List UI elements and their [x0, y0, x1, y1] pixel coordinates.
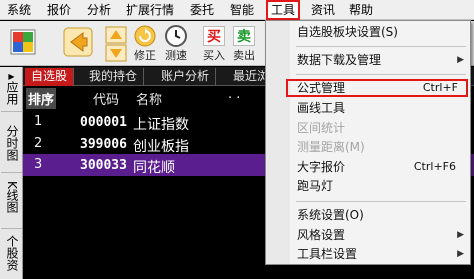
row-rank: 1 — [34, 114, 43, 129]
menu-item-label: 测量距离(M) — [297, 140, 365, 154]
menu-item-ticker-marquee[interactable]: 跑马灯 — [266, 177, 470, 195]
side-panel-tabs: ▶ 应用 分时图 K线图 个股资 — [0, 67, 23, 279]
menu-analysis[interactable]: 分析 — [87, 0, 111, 20]
buy-button[interactable]: 买 买入 — [200, 23, 228, 64]
menu-item-label: 画线工具 — [297, 101, 346, 115]
side-tab-intraday[interactable]: 分时图 — [1, 123, 22, 173]
menu-item-label: 系统设置(O) — [297, 208, 364, 222]
menu-tools[interactable]: 工具 — [266, 0, 301, 20]
scroll-up-down-button[interactable] — [103, 23, 129, 64]
menu-item-watchlist-sector-settings[interactable]: 自选股板块设置(S) — [266, 23, 470, 41]
back-button[interactable] — [60, 23, 96, 64]
menu-item-label: 风格设置 — [297, 228, 346, 242]
row-rank: 2 — [34, 136, 43, 151]
menu-item-label: 工具栏设置 — [297, 247, 358, 261]
menu-item-drawing-tools[interactable]: 画线工具 — [266, 99, 470, 117]
collapse-arrow-icon: ▶ — [8, 72, 15, 81]
side-tab-apps-label: 应用 — [5, 81, 19, 105]
submenu-arrow-icon: ▶ — [457, 55, 464, 65]
menu-smart[interactable]: 智能 — [230, 0, 254, 20]
buy-icon: 买 — [203, 26, 225, 46]
row-code: 399006 — [80, 137, 127, 152]
side-tab-stock-info[interactable]: 个股资 — [1, 233, 22, 279]
menu-bar: 系统 报价 分析 扩展行情 委托 智能 工具 资讯 帮助 — [0, 0, 474, 20]
sell-button[interactable]: 卖 卖出 — [230, 23, 258, 64]
side-tab-apps[interactable]: ▶ 应用 — [1, 70, 22, 112]
back-arrow-icon — [63, 27, 93, 57]
menu-item-system-settings[interactable]: 系统设置(O) — [266, 206, 470, 224]
column-more-header[interactable]: . . — [228, 87, 240, 102]
menu-quotes[interactable]: 报价 — [47, 0, 71, 20]
menu-item-label: 区间统计 — [297, 121, 346, 135]
tools-dropdown-menu: 自选股板块设置(S) 数据下载及管理 ▶ 公式管理 Ctrl+F 画线工具 区间… — [265, 20, 471, 265]
row-code: 000001 — [80, 115, 127, 130]
menu-item-data-download[interactable]: 数据下载及管理 ▶ — [266, 51, 470, 69]
menu-item-toolbar-settings[interactable]: 工具栏设置 ▶ — [266, 245, 470, 263]
menu-trade[interactable]: 委托 — [190, 0, 214, 20]
menu-item-label: 公式管理 — [297, 81, 346, 95]
row-code: 300033 — [80, 158, 127, 173]
menu-item-formula-manager[interactable]: 公式管理 Ctrl+F — [286, 79, 468, 97]
tab-account-analysis[interactable]: 账户分析 — [155, 68, 217, 86]
clock-icon — [165, 25, 187, 47]
row-name: 上证指数 — [133, 117, 189, 133]
menu-separator — [296, 74, 466, 75]
submenu-arrow-icon: ▶ — [457, 249, 464, 259]
menu-system[interactable]: 系统 — [7, 0, 31, 20]
revise-label: 修正 — [134, 49, 156, 62]
column-code-header[interactable]: 代码 — [93, 89, 119, 108]
side-tab-stock-info-label: 个股资 — [5, 235, 19, 271]
menu-item-label: 自选股板块设置(S) — [297, 25, 398, 39]
menu-help[interactable]: 帮助 — [349, 0, 373, 20]
submenu-arrow-icon: ▶ — [457, 230, 464, 240]
sell-icon: 卖 — [233, 26, 255, 46]
menu-news[interactable]: 资讯 — [311, 0, 335, 20]
multi-color-grid-icon — [10, 29, 36, 55]
side-tab-kline[interactable]: K线图 — [1, 179, 22, 229]
menu-extended-market[interactable]: 扩展行情 — [126, 0, 174, 20]
buy-label: 买入 — [203, 49, 225, 62]
column-name-header[interactable]: 名称 — [136, 89, 162, 108]
menu-item-measure-distance[interactable]: 测量距离(M) — [266, 138, 470, 156]
tab-holdings[interactable]: 我的持仓 — [83, 68, 145, 86]
row-name: 创业板指 — [133, 139, 189, 155]
column-rank-header[interactable]: 排序 — [26, 88, 57, 109]
menu-item-style-settings[interactable]: 风格设置 ▶ — [266, 226, 470, 244]
menu-item-large-quote[interactable]: 大字报价 Ctrl+F6 — [266, 158, 470, 176]
row-name: 同花顺 — [133, 160, 175, 176]
menu-item-label: 跑马灯 — [297, 179, 334, 193]
menu-item-shortcut: Ctrl+F — [422, 81, 458, 94]
menu-separator — [296, 46, 466, 47]
speed-test-button[interactable]: 测速 — [162, 23, 190, 64]
menu-separator — [296, 201, 466, 202]
side-tab-kline-label: K线图 — [5, 181, 19, 213]
menu-item-interval-stats[interactable]: 区间统计 — [266, 119, 470, 137]
menu-item-label: 大字报价 — [297, 160, 346, 174]
tab-watchlist[interactable]: 自选股 — [25, 68, 75, 86]
sell-label: 卖出 — [233, 49, 255, 62]
up-down-arrows-icon — [105, 26, 127, 62]
refresh-circle-icon — [134, 25, 156, 47]
menu-item-label: 数据下载及管理 — [297, 53, 382, 67]
speed-test-label: 测速 — [165, 49, 187, 62]
menu-item-shortcut: Ctrl+F6 — [413, 160, 456, 173]
revise-button[interactable]: 修正 — [131, 23, 159, 64]
side-tab-intraday-label: 分时图 — [5, 125, 19, 161]
layout-button[interactable] — [3, 23, 43, 64]
row-rank: 3 — [34, 157, 43, 172]
